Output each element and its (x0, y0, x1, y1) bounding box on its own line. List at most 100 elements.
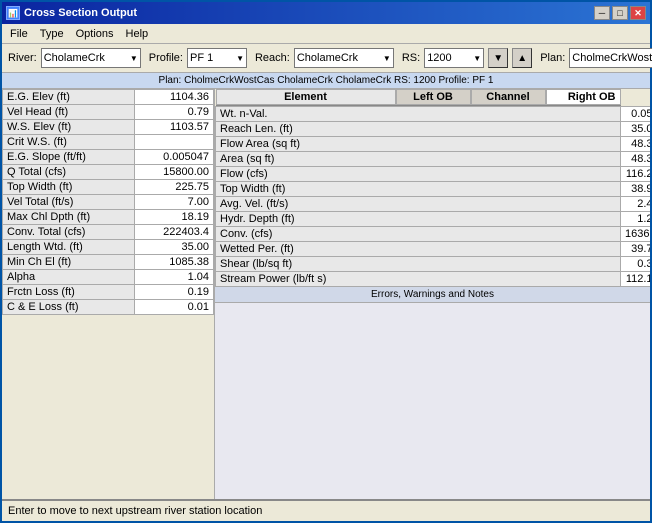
right-table-row: Flow Area (sq ft)48.362150.3359.73 (216, 137, 651, 152)
rs-label: RS: (402, 52, 420, 64)
left-row-label: Crit W.S. (ft) (3, 135, 135, 150)
reach-dropdown-arrow: ▼ (383, 54, 391, 63)
right-row-value: 1636.9 (621, 227, 651, 242)
right-row-label: Conv. (cfs) (216, 227, 621, 242)
right-table-row: Reach Len. (ft)35.0035.0035.00 (216, 122, 651, 137)
left-table-row: Crit W.S. (ft) (3, 135, 214, 150)
right-table-row: Hydr. Depth (ft)1.2413.502.17 (216, 212, 651, 227)
right-row-value: 35.00 (621, 122, 651, 137)
left-row-value: 0.79 (135, 105, 214, 120)
right-table-scroll[interactable]: Element Left OB Channel Right OB Wt. n-V… (215, 89, 650, 286)
left-row-label: Min Ch El (ft) (3, 255, 135, 270)
left-table-row: Top Width (ft)225.75 (3, 180, 214, 195)
menu-options[interactable]: Options (70, 26, 120, 42)
main-window: 📊 Cross Section Output ─ □ ✕ File Type O… (0, 0, 652, 523)
left-row-label: E.G. Elev (ft) (3, 90, 135, 105)
right-row-label: Flow (cfs) (216, 167, 621, 182)
status-bar: Enter to move to next upstream river sta… (2, 499, 650, 521)
left-row-value: 222403.4 (135, 225, 214, 240)
left-row-label: C & E Loss (ft) (3, 300, 135, 315)
plan-dropdown[interactable]: CholmeCrkWostCas ▼ (569, 48, 652, 68)
left-row-label: W.S. Elev (ft) (3, 120, 135, 135)
left-table-row: Vel Head (ft)0.79 (3, 105, 214, 120)
rs-dropdown[interactable]: 1200 ▼ (424, 48, 484, 68)
right-row-value: 38.91 (621, 182, 651, 197)
right-row-label: Hydr. Depth (ft) (216, 212, 621, 227)
left-row-label: Q Total (cfs) (3, 165, 135, 180)
right-table-row: Area (sq ft)48.362150.3359.73 (216, 152, 651, 167)
left-row-label: Alpha (3, 270, 135, 285)
left-row-value: 225.75 (135, 180, 214, 195)
reach-label: Reach: (255, 52, 290, 64)
right-row-label: Top Width (ft) (216, 182, 621, 197)
menu-bar: File Type Options Help (2, 24, 650, 44)
left-table-row: Vel Total (ft/s)7.00 (3, 195, 214, 210)
menu-help[interactable]: Help (120, 26, 155, 42)
window-icon: 📊 (6, 6, 20, 20)
left-row-value (135, 135, 214, 150)
right-row-label: Stream Power (lb/ft s) (216, 272, 621, 286)
minimize-button[interactable]: ─ (594, 6, 610, 20)
left-row-value: 7.00 (135, 195, 214, 210)
left-table-row: Conv. Total (cfs)222403.4 (3, 225, 214, 240)
left-table-row: W.S. Elev (ft)1103.57 (3, 120, 214, 135)
errors-body (215, 303, 650, 500)
left-row-value: 1.04 (135, 270, 214, 285)
left-row-value: 1104.36 (135, 90, 214, 105)
left-row-label: Length Wtd. (ft) (3, 240, 135, 255)
right-data-table: Element Left OB Channel Right OB Wt. n-V… (215, 89, 650, 286)
river-dropdown-arrow: ▼ (130, 54, 138, 63)
col-leftob: Left OB (396, 89, 471, 105)
col-channel: Channel (471, 89, 546, 105)
right-row-value: 39.78 (621, 242, 651, 257)
left-table-row: Frctn Loss (ft)0.19 (3, 285, 214, 300)
left-row-label: Conv. Total (cfs) (3, 225, 135, 240)
right-table-row: Top Width (ft)38.91159.3327.52 (216, 182, 651, 197)
left-table-row: C & E Loss (ft)0.01 (3, 300, 214, 315)
main-content: E.G. Elev (ft)1104.36Vel Head (ft)0.79W.… (2, 89, 650, 499)
right-row-value: 48.36 (621, 152, 651, 167)
left-row-value: 35.00 (135, 240, 214, 255)
left-row-label: Vel Total (ft/s) (3, 195, 135, 210)
left-table-row: Length Wtd. (ft)35.00 (3, 240, 214, 255)
reach-dropdown[interactable]: CholameCrk ▼ (294, 48, 394, 68)
profile-dropdown[interactable]: PF 1 ▼ (187, 48, 247, 68)
right-row-value: 112.19 (621, 272, 651, 286)
plan-banner: Plan: CholmeCrkWostCas CholameCrk Cholam… (2, 73, 650, 89)
right-row-label: Flow Area (sq ft) (216, 137, 621, 152)
menu-type[interactable]: Type (34, 26, 70, 42)
river-dropdown[interactable]: CholameCrk ▼ (41, 48, 141, 68)
right-panel: Element Left OB Channel Right OB Wt. n-V… (215, 89, 650, 499)
right-row-label: Wetted Per. (ft) (216, 242, 621, 257)
right-table-header: Element Left OB Channel Right OB (216, 89, 621, 106)
left-row-label: Top Width (ft) (3, 180, 135, 195)
right-row-value: 0.050 (621, 107, 651, 122)
plan-label: Plan: (540, 52, 565, 64)
close-button[interactable]: ✕ (630, 6, 646, 20)
profile-dropdown-arrow: ▼ (236, 54, 244, 63)
right-row-value: 0.38 (621, 257, 651, 272)
maximize-button[interactable]: □ (612, 6, 628, 20)
errors-section-label: Errors, Warnings and Notes (215, 286, 650, 303)
rs-up-button[interactable]: ▲ (512, 48, 532, 68)
river-label: River: (8, 52, 37, 64)
right-row-value: 116.29 (621, 167, 651, 182)
left-row-value: 0.005047 (135, 150, 214, 165)
menu-file[interactable]: File (4, 26, 34, 42)
left-row-value: 1103.57 (135, 120, 214, 135)
left-row-label: Max Chl Dpth (ft) (3, 210, 135, 225)
status-text: Enter to move to next upstream river sta… (8, 505, 262, 517)
left-data-table: E.G. Elev (ft)1104.36Vel Head (ft)0.79W.… (2, 89, 214, 315)
title-bar: 📊 Cross Section Output ─ □ ✕ (2, 2, 650, 24)
left-table-scroll[interactable]: E.G. Elev (ft)1104.36Vel Head (ft)0.79W.… (2, 89, 214, 499)
right-table-row: Flow (cfs)116.2915479.74203.97 (216, 167, 651, 182)
left-row-value: 15800.00 (135, 165, 214, 180)
left-table-row: E.G. Elev (ft)1104.36 (3, 90, 214, 105)
left-row-value: 18.19 (135, 210, 214, 225)
left-row-label: E.G. Slope (ft/ft) (3, 150, 135, 165)
rs-down-button[interactable]: ▼ (488, 48, 508, 68)
right-row-value: 1.24 (621, 212, 651, 227)
right-row-value: 48.36 (621, 137, 651, 152)
rs-dropdown-arrow: ▼ (473, 54, 481, 63)
left-row-value: 0.01 (135, 300, 214, 315)
